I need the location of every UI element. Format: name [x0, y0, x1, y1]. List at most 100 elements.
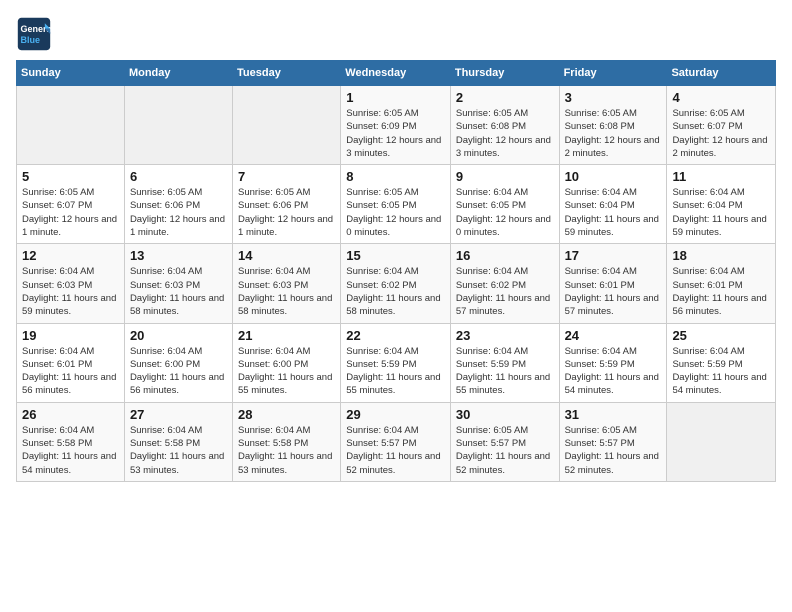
calendar-cell	[124, 86, 232, 165]
day-info: Sunrise: 6:04 AM Sunset: 5:58 PM Dayligh…	[22, 424, 119, 477]
day-number: 2	[456, 90, 554, 105]
weekday-header-saturday: Saturday	[667, 61, 776, 86]
calendar-cell: 2 Sunrise: 6:05 AM Sunset: 6:08 PM Daylig…	[450, 86, 559, 165]
calendar-cell: 14 Sunrise: 6:04 AM Sunset: 6:03 PM Dayli…	[233, 244, 341, 323]
day-info: Sunrise: 6:05 AM Sunset: 5:57 PM Dayligh…	[456, 424, 554, 477]
day-info: Sunrise: 6:04 AM Sunset: 6:00 PM Dayligh…	[130, 345, 227, 398]
calendar-cell: 20 Sunrise: 6:04 AM Sunset: 6:00 PM Dayli…	[124, 323, 232, 402]
day-number: 11	[672, 169, 770, 184]
day-number: 13	[130, 248, 227, 263]
calendar-cell: 1Sunrise: 6:05 AM Sunset: 6:09 PM Daylig…	[341, 86, 451, 165]
weekday-header-tuesday: Tuesday	[233, 61, 341, 86]
day-info: Sunrise: 6:04 AM Sunset: 6:02 PM Dayligh…	[456, 265, 554, 318]
calendar-cell: 4 Sunrise: 6:05 AM Sunset: 6:07 PM Daylig…	[667, 86, 776, 165]
day-number: 14	[238, 248, 335, 263]
calendar-header: SundayMondayTuesdayWednesdayThursdayFrid…	[17, 61, 776, 86]
day-number: 12	[22, 248, 119, 263]
day-number: 7	[238, 169, 335, 184]
day-info: Sunrise: 6:04 AM Sunset: 5:59 PM Dayligh…	[456, 345, 554, 398]
day-info: Sunrise: 6:05 AM Sunset: 6:06 PM Dayligh…	[238, 186, 335, 239]
calendar-cell: 29Sunrise: 6:04 AM Sunset: 5:57 PM Dayli…	[341, 402, 451, 481]
day-info: Sunrise: 6:04 AM Sunset: 5:59 PM Dayligh…	[565, 345, 662, 398]
calendar-week-row: 26 Sunrise: 6:04 AM Sunset: 5:58 PM Dayli…	[17, 402, 776, 481]
calendar-cell: 24 Sunrise: 6:04 AM Sunset: 5:59 PM Dayli…	[559, 323, 667, 402]
day-number: 23	[456, 328, 554, 343]
day-number: 17	[565, 248, 662, 263]
calendar-cell: 3Sunrise: 6:05 AM Sunset: 6:08 PM Daylig…	[559, 86, 667, 165]
day-number: 28	[238, 407, 335, 422]
calendar-cell: 10 Sunrise: 6:04 AM Sunset: 6:04 PM Dayli…	[559, 165, 667, 244]
calendar-cell: 23 Sunrise: 6:04 AM Sunset: 5:59 PM Dayli…	[450, 323, 559, 402]
calendar-week-row: 12 Sunrise: 6:04 AM Sunset: 6:03 PM Dayli…	[17, 244, 776, 323]
day-info: Sunrise: 6:04 AM Sunset: 6:01 PM Dayligh…	[672, 265, 770, 318]
day-number: 22	[346, 328, 445, 343]
calendar-cell	[17, 86, 125, 165]
day-info: Sunrise: 6:04 AM Sunset: 5:58 PM Dayligh…	[130, 424, 227, 477]
day-number: 16	[456, 248, 554, 263]
day-number: 25	[672, 328, 770, 343]
day-number: 24	[565, 328, 662, 343]
calendar-cell: 12 Sunrise: 6:04 AM Sunset: 6:03 PM Dayli…	[17, 244, 125, 323]
day-info: Sunrise: 6:04 AM Sunset: 6:03 PM Dayligh…	[238, 265, 335, 318]
logo-icon: General Blue	[16, 16, 52, 52]
calendar-cell: 27Sunrise: 6:04 AM Sunset: 5:58 PM Dayli…	[124, 402, 232, 481]
calendar-cell: 7 Sunrise: 6:05 AM Sunset: 6:06 PM Daylig…	[233, 165, 341, 244]
day-info: Sunrise: 6:04 AM Sunset: 6:04 PM Dayligh…	[565, 186, 662, 239]
day-info: Sunrise: 6:05 AM Sunset: 5:57 PM Dayligh…	[565, 424, 662, 477]
day-number: 1	[346, 90, 445, 105]
day-info: Sunrise: 6:04 AM Sunset: 6:04 PM Dayligh…	[672, 186, 770, 239]
day-info: Sunrise: 6:05 AM Sunset: 6:08 PM Dayligh…	[565, 107, 662, 160]
weekday-header-thursday: Thursday	[450, 61, 559, 86]
day-info: Sunrise: 6:05 AM Sunset: 6:07 PM Dayligh…	[22, 186, 119, 239]
calendar-cell: 16 Sunrise: 6:04 AM Sunset: 6:02 PM Dayli…	[450, 244, 559, 323]
day-number: 4	[672, 90, 770, 105]
day-number: 6	[130, 169, 227, 184]
calendar-cell: 25 Sunrise: 6:04 AM Sunset: 5:59 PM Dayli…	[667, 323, 776, 402]
page-header: General Blue	[16, 16, 776, 52]
day-info: Sunrise: 6:04 AM Sunset: 6:03 PM Dayligh…	[22, 265, 119, 318]
day-info: Sunrise: 6:04 AM Sunset: 5:59 PM Dayligh…	[346, 345, 445, 398]
calendar-cell: 22 Sunrise: 6:04 AM Sunset: 5:59 PM Dayli…	[341, 323, 451, 402]
calendar-cell: 8 Sunrise: 6:05 AM Sunset: 6:05 PM Daylig…	[341, 165, 451, 244]
day-number: 20	[130, 328, 227, 343]
day-number: 30	[456, 407, 554, 422]
day-number: 18	[672, 248, 770, 263]
weekday-header-monday: Monday	[124, 61, 232, 86]
day-number: 8	[346, 169, 445, 184]
calendar-cell: 9Sunrise: 6:04 AM Sunset: 6:05 PM Daylig…	[450, 165, 559, 244]
day-info: Sunrise: 6:05 AM Sunset: 6:07 PM Dayligh…	[672, 107, 770, 160]
day-info: Sunrise: 6:04 AM Sunset: 5:59 PM Dayligh…	[672, 345, 770, 398]
day-info: Sunrise: 6:04 AM Sunset: 5:58 PM Dayligh…	[238, 424, 335, 477]
day-number: 31	[565, 407, 662, 422]
calendar-cell: 5 Sunrise: 6:05 AM Sunset: 6:07 PM Daylig…	[17, 165, 125, 244]
calendar-cell: 30 Sunrise: 6:05 AM Sunset: 5:57 PM Dayli…	[450, 402, 559, 481]
day-number: 21	[238, 328, 335, 343]
weekday-header-wednesday: Wednesday	[341, 61, 451, 86]
calendar-cell: 17 Sunrise: 6:04 AM Sunset: 6:01 PM Dayli…	[559, 244, 667, 323]
day-number: 10	[565, 169, 662, 184]
calendar-cell: 28 Sunrise: 6:04 AM Sunset: 5:58 PM Dayli…	[233, 402, 341, 481]
day-number: 5	[22, 169, 119, 184]
day-info: Sunrise: 6:04 AM Sunset: 6:01 PM Dayligh…	[565, 265, 662, 318]
svg-text:Blue: Blue	[21, 35, 41, 45]
day-number: 26	[22, 407, 119, 422]
calendar-cell	[667, 402, 776, 481]
day-info: Sunrise: 6:04 AM Sunset: 6:05 PM Dayligh…	[456, 186, 554, 239]
day-info: Sunrise: 6:04 AM Sunset: 6:00 PM Dayligh…	[238, 345, 335, 398]
day-number: 19	[22, 328, 119, 343]
day-info: Sunrise: 6:05 AM Sunset: 6:06 PM Dayligh…	[130, 186, 227, 239]
calendar-cell: 21 Sunrise: 6:04 AM Sunset: 6:00 PM Dayli…	[233, 323, 341, 402]
day-info: Sunrise: 6:04 AM Sunset: 6:03 PM Dayligh…	[130, 265, 227, 318]
calendar-table: SundayMondayTuesdayWednesdayThursdayFrid…	[16, 60, 776, 482]
day-info: Sunrise: 6:04 AM Sunset: 6:01 PM Dayligh…	[22, 345, 119, 398]
day-number: 15	[346, 248, 445, 263]
calendar-cell: 18 Sunrise: 6:04 AM Sunset: 6:01 PM Dayli…	[667, 244, 776, 323]
day-info: Sunrise: 6:05 AM Sunset: 6:08 PM Dayligh…	[456, 107, 554, 160]
calendar-week-row: 19 Sunrise: 6:04 AM Sunset: 6:01 PM Dayli…	[17, 323, 776, 402]
calendar-cell	[233, 86, 341, 165]
day-number: 29	[346, 407, 445, 422]
calendar-cell: 15Sunrise: 6:04 AM Sunset: 6:02 PM Dayli…	[341, 244, 451, 323]
calendar-body: 1Sunrise: 6:05 AM Sunset: 6:09 PM Daylig…	[17, 86, 776, 482]
day-info: Sunrise: 6:05 AM Sunset: 6:05 PM Dayligh…	[346, 186, 445, 239]
logo: General Blue	[16, 16, 56, 52]
